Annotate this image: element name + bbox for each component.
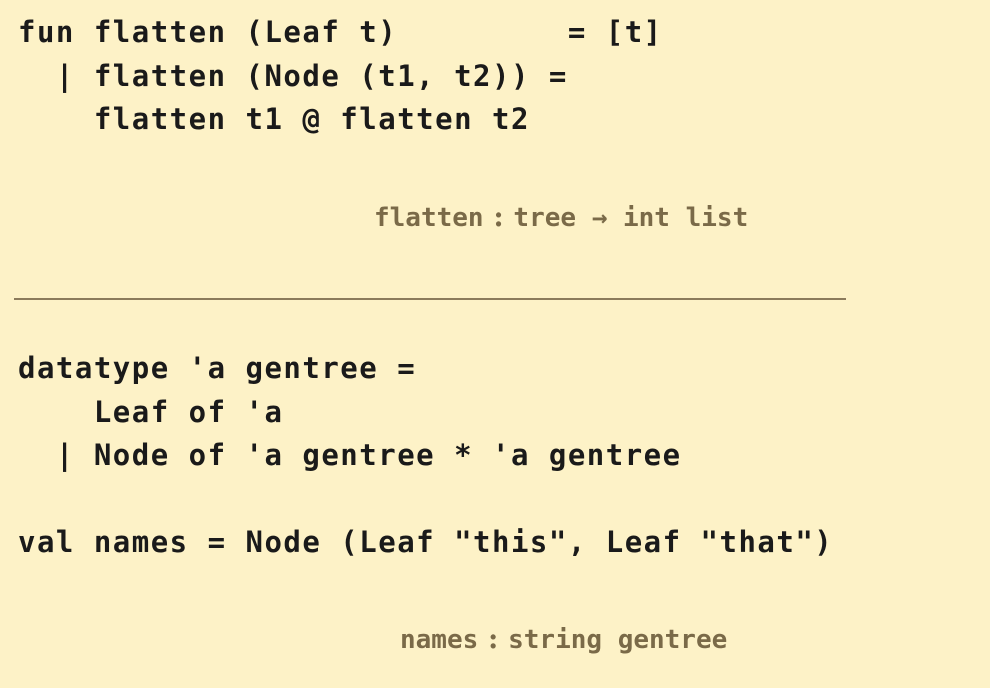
section-divider (14, 298, 846, 300)
gentree-datatype-code: datatype 'a gentree = Leaf of 'a | Node … (18, 347, 682, 478)
signature-colon: : (483, 200, 514, 233)
signature-name: names (400, 625, 479, 655)
signature-colon: : (478, 622, 509, 655)
names-type-signature: names : string gentree (400, 622, 727, 655)
code-line: | flatten (Node (t1, t2)) = (18, 58, 568, 93)
code-line: fun flatten (Leaf t) = [t] (18, 15, 663, 49)
signature-type: string gentree (508, 625, 728, 655)
names-value-code: val names = Node (Leaf "this", Leaf "tha… (18, 521, 833, 565)
code-line: datatype 'a gentree = (18, 351, 417, 385)
flatten-function-code: fun flatten (Leaf t) = [t] | flatten (No… (18, 11, 663, 142)
code-line: val names = Node (Leaf "this", Leaf "tha… (18, 525, 834, 559)
signature-name: flatten (374, 203, 484, 233)
signature-type: tree → int list (513, 203, 749, 233)
code-line: | Node of 'a gentree * 'a gentree (18, 438, 682, 472)
code-line: flatten t1 @ flatten t2 (18, 102, 530, 136)
code-line: Leaf of 'a (18, 394, 284, 429)
flatten-type-signature: flatten : tree → int list (374, 200, 748, 233)
